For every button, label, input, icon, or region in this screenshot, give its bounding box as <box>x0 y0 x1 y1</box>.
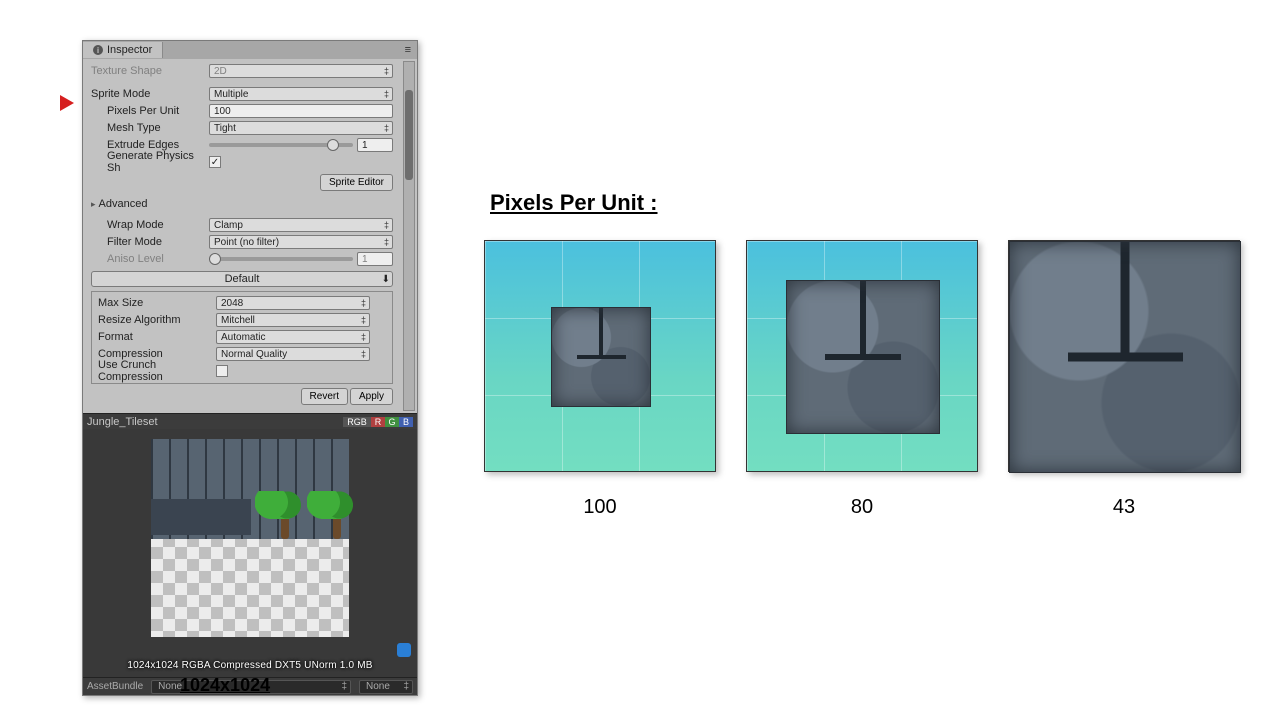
callout-arrow-icon <box>60 95 74 111</box>
platform-settings: Max Size 2048 Resize Algorithm Mitchell … <box>91 291 393 384</box>
download-icon[interactable]: ⬇ <box>382 274 390 285</box>
ppu-value-label: 80 <box>851 496 873 519</box>
maxsize-label: Max Size <box>96 297 216 309</box>
resize-select[interactable]: Mitchell <box>216 313 370 327</box>
assetbundle-variant-select[interactable]: None <box>359 680 413 694</box>
asset-label-icon[interactable] <box>397 643 411 657</box>
scrollbar[interactable] <box>403 61 415 411</box>
panel-menu-icon[interactable]: ≡ <box>399 44 417 56</box>
tile-sprite <box>551 307 651 407</box>
tile-sprite <box>786 280 940 434</box>
platform-default-tab[interactable]: Default ⬇ <box>91 271 393 287</box>
texture-shape-label: Texture Shape <box>89 65 209 77</box>
palm-icon <box>313 491 373 541</box>
tab-inspector[interactable]: i Inspector <box>83 42 163 58</box>
format-select[interactable]: Automatic <box>216 330 370 344</box>
tab-bar: i Inspector ≡ <box>83 41 417 59</box>
tile-sprite <box>1009 241 1241 473</box>
ppu-heading: Pixels Per Unit : <box>490 190 658 216</box>
preview-header: Jungle_Tileset RGB R G B <box>83 413 417 429</box>
ppu-examples: 100 80 43 <box>484 240 1240 519</box>
inspector-panel: i Inspector ≡ Texture Shape 2D Sprite Mo… <box>82 40 418 696</box>
channel-toggles[interactable]: RGB R G B <box>343 417 413 427</box>
rgb-toggle[interactable]: RGB <box>343 417 371 427</box>
ppu-example-100: 100 <box>484 240 716 519</box>
aniso-value: 1 <box>357 252 393 266</box>
extrude-slider[interactable] <box>209 143 353 147</box>
filter-mode-select[interactable]: Point (no filter) <box>209 235 393 249</box>
inspector-body: Texture Shape 2D Sprite Mode Multiple Pi… <box>83 59 417 413</box>
g-toggle[interactable]: G <box>385 417 399 427</box>
sprite-mode-select[interactable]: Multiple <box>209 87 393 101</box>
revert-button[interactable]: Revert <box>301 388 348 405</box>
r-toggle[interactable]: R <box>371 417 385 427</box>
extrude-value-input[interactable]: 1 <box>357 138 393 152</box>
mesh-type-label: Mesh Type <box>89 122 209 134</box>
scene-view <box>746 240 978 472</box>
preview-info-text: 1024x1024 RGBA Compressed DXT5 UNorm 1.0… <box>83 660 417 671</box>
tileset-block <box>151 499 251 535</box>
texture-shape-select: 2D <box>209 64 393 78</box>
tab-label: Inspector <box>107 44 152 56</box>
scene-view <box>1008 240 1240 472</box>
asset-name: Jungle_Tileset <box>87 416 158 428</box>
resize-label: Resize Algorithm <box>96 314 216 326</box>
crunch-checkbox[interactable] <box>216 365 228 377</box>
b-toggle[interactable]: B <box>399 417 413 427</box>
wrap-mode-label: Wrap Mode <box>89 219 209 231</box>
maxsize-select[interactable]: 2048 <box>216 296 370 310</box>
filter-mode-label: Filter Mode <box>89 236 209 248</box>
compression-select[interactable]: Normal Quality <box>216 347 370 361</box>
default-label: Default <box>225 273 260 285</box>
aniso-label: Aniso Level <box>89 253 209 265</box>
sprite-editor-button[interactable]: Sprite Editor <box>320 174 393 191</box>
ppu-value-label: 43 <box>1113 496 1135 519</box>
ppu-label: Pixels Per Unit <box>89 105 209 117</box>
info-icon: i <box>93 45 103 55</box>
assetbundle-label: AssetBundle <box>87 681 143 692</box>
ppu-example-43: 43 <box>1008 240 1240 519</box>
ppu-value-label: 100 <box>583 496 616 519</box>
wrap-mode-select[interactable]: Clamp <box>209 218 393 232</box>
ppu-input[interactable]: 100 <box>209 104 393 118</box>
crunch-label: Use Crunch Compression <box>96 359 216 383</box>
ppu-example-80: 80 <box>746 240 978 519</box>
sprite-mode-label: Sprite Mode <box>89 88 209 100</box>
scene-view <box>484 240 716 472</box>
texture-preview: 1024x1024 RGBA Compressed DXT5 UNorm 1.0… <box>83 429 417 677</box>
apply-button[interactable]: Apply <box>350 388 393 405</box>
advanced-foldout[interactable]: Advanced <box>89 198 209 210</box>
texture-dimensions-caption: 1024x1024 <box>180 675 270 696</box>
gen-physics-checkbox[interactable]: ✓ <box>209 156 221 168</box>
mesh-type-select[interactable]: Tight <box>209 121 393 135</box>
format-label: Format <box>96 331 216 343</box>
gen-physics-label: Generate Physics Sh <box>89 150 209 174</box>
aniso-slider <box>209 257 353 261</box>
